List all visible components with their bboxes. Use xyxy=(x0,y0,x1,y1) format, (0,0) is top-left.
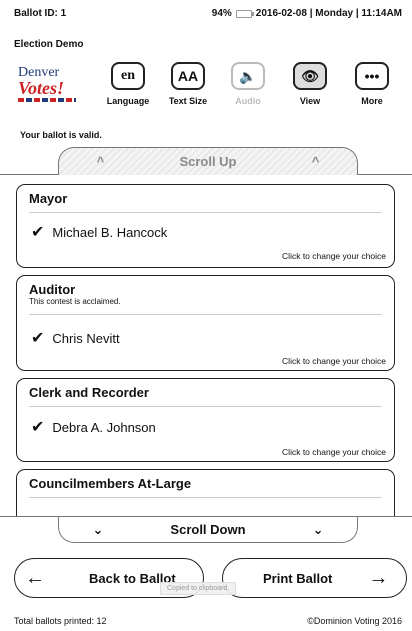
contest-card[interactable]: Clerk and Recorder ✔ Debra A. Johnson Cl… xyxy=(16,378,395,462)
ballots-printed-count: Total ballots printed: 12 xyxy=(14,616,107,626)
contest-card[interactable]: Auditor This contest is acclaimed. ✔ Chr… xyxy=(16,275,395,371)
datetime: 2016-02-08 | Monday | 11:14AM xyxy=(255,8,402,19)
candidate-name: Debra A. Johnson xyxy=(52,419,156,435)
battery-icon xyxy=(235,9,254,18)
divider xyxy=(29,497,382,498)
checkmark-icon: ✔ xyxy=(31,419,45,436)
change-choice-link[interactable]: Click to change your choice xyxy=(282,356,386,366)
contest-title: Clerk and Recorder xyxy=(29,385,149,400)
scroll-down-label: Scroll Down xyxy=(170,522,246,537)
candidate-name: Michael B. Hancock xyxy=(52,224,168,240)
selected-choice[interactable]: ✔ Michael B. Hancock xyxy=(31,222,167,242)
chevron-down-icon: ⌄ xyxy=(92,521,104,537)
denver-votes-logo: Denver Votes! xyxy=(18,66,82,106)
print-ballot-label: Print Ballot xyxy=(263,570,333,586)
chevron-up-icon: ^ xyxy=(96,154,105,169)
view-button[interactable]: 👁 View xyxy=(284,62,336,106)
change-choice-link[interactable]: Click to change your choice xyxy=(282,447,386,457)
candidate-name: Chris Nevitt xyxy=(52,330,120,346)
contest-title: Mayor xyxy=(29,191,68,206)
checkmark-icon: ✔ xyxy=(31,330,45,347)
chevron-up-icon: ^ xyxy=(311,154,320,169)
view-label: View xyxy=(299,96,321,106)
eye-icon: 👁 xyxy=(293,62,327,90)
battery-level: 94% xyxy=(211,8,232,19)
ellipsis-icon: ••• xyxy=(355,62,389,90)
checkmark-icon: ✔ xyxy=(31,224,45,241)
print-ballot-button[interactable]: Print Ballot → xyxy=(222,558,407,598)
contest-note: This contest is acclaimed. xyxy=(29,297,121,306)
scroll-up-button[interactable]: ^ Scroll Up ^ xyxy=(58,147,358,175)
status-info: 94% 2016-02-08 | Monday | 11:14AM xyxy=(212,8,402,19)
arrow-right-icon: → xyxy=(368,566,389,589)
change-choice-link[interactable]: Click to change your choice xyxy=(282,251,386,261)
language-icon: en xyxy=(111,62,145,90)
logo-line-2: Votes! xyxy=(18,78,65,98)
ballot-status: Your ballot is valid. xyxy=(20,130,102,140)
selected-choice[interactable]: ✔ Chris Nevitt xyxy=(31,328,120,348)
chevron-down-icon: ⌄ xyxy=(312,521,324,537)
language-button[interactable]: en Language xyxy=(102,62,154,106)
more-label: More xyxy=(361,96,383,106)
copyright: ©Dominion Voting 2016 xyxy=(307,616,402,626)
election-name: Election Demo xyxy=(14,39,84,50)
divider xyxy=(29,212,382,213)
audio-label: Audio xyxy=(235,96,261,106)
selected-choice[interactable]: ✔ Debra A. Johnson xyxy=(31,417,156,437)
speaker-icon: 🔈 xyxy=(231,62,265,90)
ballot-id: Ballot ID: 1 xyxy=(14,8,67,19)
more-button[interactable]: ••• More xyxy=(346,62,398,106)
text-size-button[interactable]: AA Text Size xyxy=(162,62,214,106)
clipboard-toast: Copied to clipboard. xyxy=(160,582,237,595)
scroll-down-button[interactable]: ⌄ Scroll Down ⌄ xyxy=(58,517,358,543)
divider xyxy=(29,406,382,407)
language-label: Language xyxy=(106,96,150,106)
contest-title: Councilmembers At-Large xyxy=(29,476,192,491)
arrow-left-icon: ← xyxy=(25,566,45,589)
contest-title: Auditor xyxy=(29,282,76,297)
flag-stripes-icon xyxy=(18,98,76,102)
text-size-icon: AA xyxy=(171,62,205,90)
scroll-up-label: Scroll Up xyxy=(179,154,237,169)
text-size-label: Text Size xyxy=(168,96,208,106)
contest-card[interactable]: Mayor ✔ Michael B. Hancock Click to chan… xyxy=(16,184,395,268)
audio-button[interactable]: 🔈 Audio xyxy=(222,62,274,106)
contest-card[interactable]: Councilmembers At-Large xyxy=(16,469,395,517)
divider xyxy=(29,314,382,315)
